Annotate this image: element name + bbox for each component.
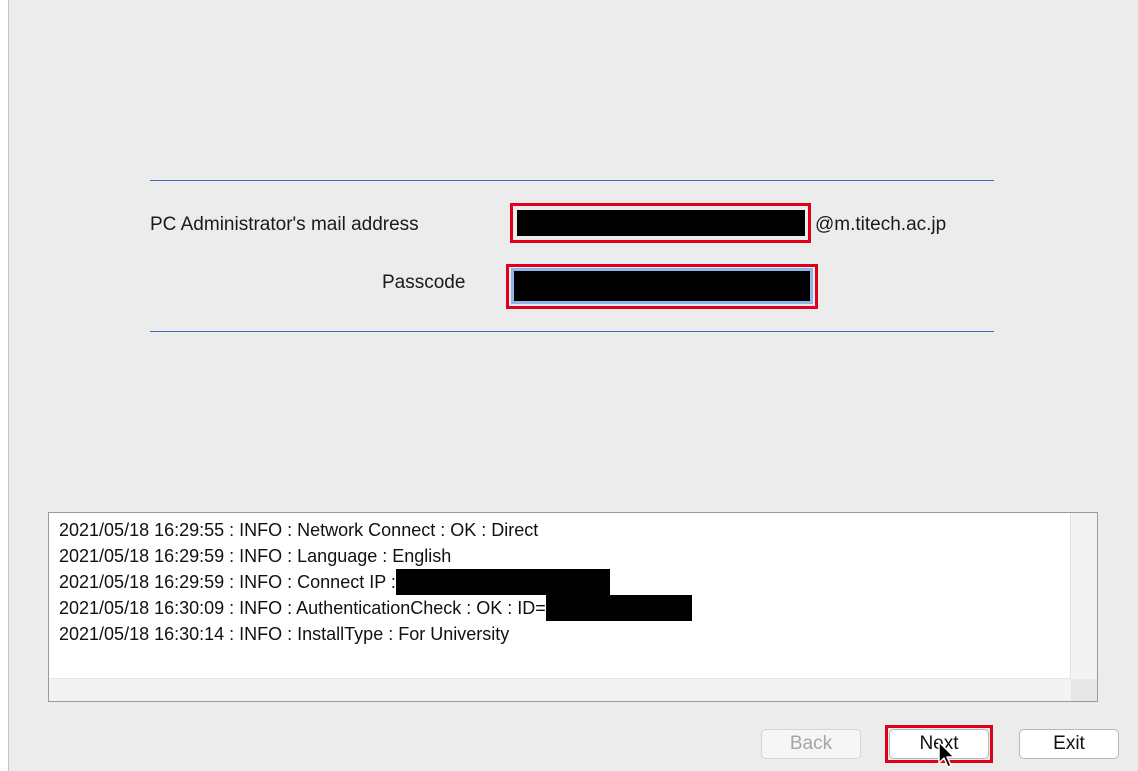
- mail-address-input[interactable]: [517, 210, 805, 236]
- log-line-text: 2021/05/18 16:29:59 : INFO : Language : …: [59, 546, 452, 566]
- mouse-pointer-icon: [938, 741, 955, 768]
- top-separator: [150, 180, 994, 181]
- log-line: 2021/05/18 16:30:14 : INFO : InstallType…: [59, 621, 692, 647]
- mail-address-label: PC Administrator's mail address: [150, 214, 419, 235]
- log-line-text: 2021/05/18 16:29:59 : INFO : Connect IP …: [59, 572, 396, 592]
- redaction-block: [545, 595, 692, 621]
- redaction-block: [395, 569, 610, 595]
- window-left-edge: [0, 0, 9, 771]
- log-lines: 2021/05/18 16:29:55 : INFO : Network Con…: [59, 517, 692, 647]
- exit-button[interactable]: Exit: [1019, 729, 1119, 759]
- log-line-text: 2021/05/18 16:29:55 : INFO : Network Con…: [59, 520, 539, 540]
- back-button[interactable]: Back: [761, 729, 861, 759]
- log-line: 2021/05/18 16:29:55 : INFO : Network Con…: [59, 517, 692, 543]
- log-line: 2021/05/18 16:30:09 : INFO : Authenticat…: [59, 595, 692, 621]
- log-line: 2021/05/18 16:29:59 : INFO : Language : …: [59, 543, 692, 569]
- log-line-text: 2021/05/18 16:30:14 : INFO : InstallType…: [59, 624, 510, 644]
- log-horizontal-scrollbar[interactable]: [49, 678, 1071, 701]
- log-line: 2021/05/18 16:29:59 : INFO : Connect IP …: [59, 569, 692, 595]
- log-scroll-corner: [1071, 679, 1097, 701]
- log-output-area[interactable]: 2021/05/18 16:29:55 : INFO : Network Con…: [48, 512, 1098, 702]
- log-line-text: 2021/05/18 16:30:09 : INFO : Authenticat…: [59, 598, 546, 618]
- mail-domain-suffix: @m.titech.ac.jp: [815, 214, 947, 235]
- passcode-input[interactable]: [514, 271, 810, 301]
- log-vertical-scrollbar[interactable]: [1070, 513, 1097, 679]
- passcode-label: Passcode: [382, 272, 466, 293]
- bottom-separator: [150, 331, 994, 332]
